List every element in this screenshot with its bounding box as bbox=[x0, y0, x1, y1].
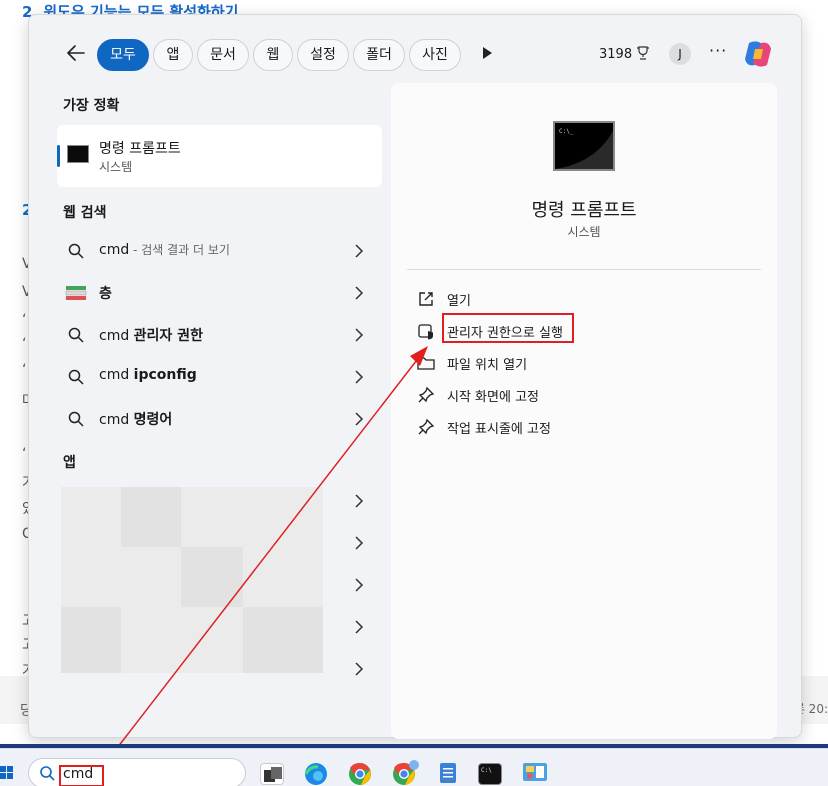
task-view-icon[interactable] bbox=[260, 763, 284, 785]
notepad-icon[interactable] bbox=[438, 761, 458, 785]
control-panel-icon[interactable] bbox=[522, 761, 548, 785]
search-icon bbox=[40, 766, 55, 781]
terminal-icon[interactable]: C:\ bbox=[478, 763, 502, 785]
windows-start-icon[interactable] bbox=[0, 766, 14, 780]
taskbar: cmd C:\ bbox=[0, 748, 828, 786]
svg-text:C:\: C:\ bbox=[481, 767, 492, 774]
annotation-arrow bbox=[113, 346, 428, 753]
chrome-icon[interactable] bbox=[348, 762, 372, 786]
chrome-beta-icon[interactable] bbox=[392, 760, 420, 786]
edge-icon[interactable] bbox=[304, 762, 328, 786]
highlight-box bbox=[59, 765, 104, 786]
